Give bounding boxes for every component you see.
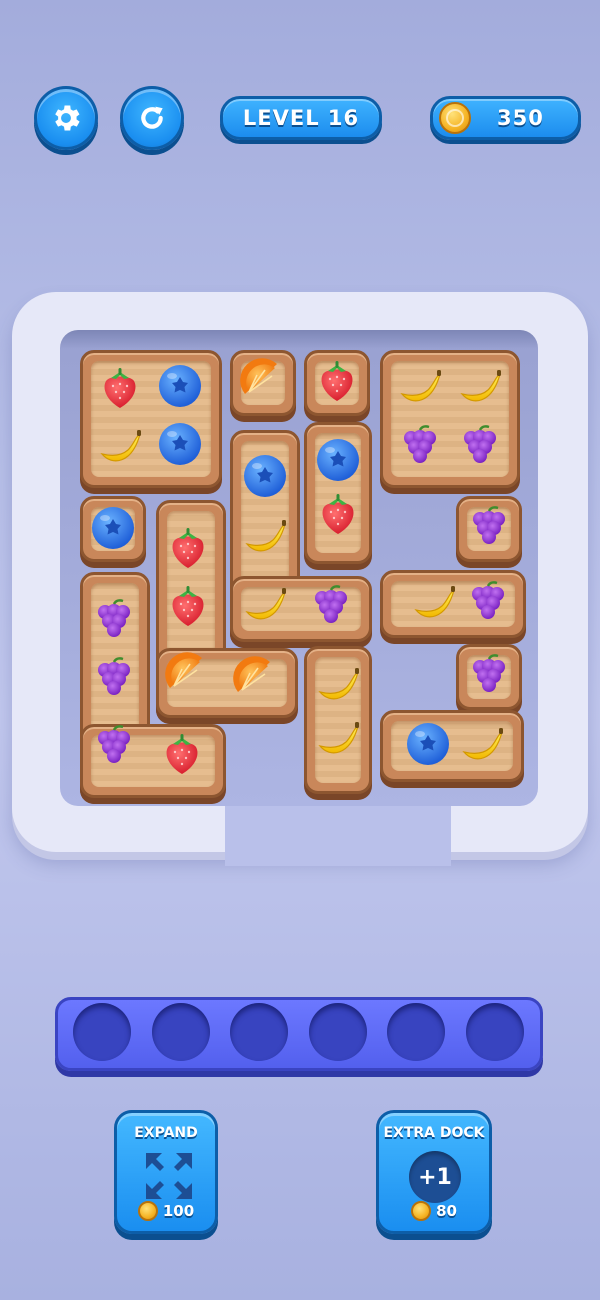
grapes-icon — [465, 503, 513, 551]
blueberry-icon — [404, 720, 452, 768]
expand-button[interactable]: EXPAND 100 — [114, 1110, 218, 1234]
strawberry-icon — [164, 582, 212, 630]
settings-button[interactable] — [34, 86, 98, 150]
dock-slot — [309, 1003, 367, 1061]
expand-title: EXPAND — [134, 1125, 198, 1141]
board-exit-gap — [225, 806, 451, 866]
coin-icon — [137, 1201, 158, 1221]
plus-one-label: +1 — [418, 1164, 452, 1190]
plus-one-badge: +1 — [409, 1151, 461, 1203]
banana-icon — [241, 582, 289, 630]
blueberry-icon — [314, 436, 362, 484]
strawberry-icon — [96, 364, 144, 412]
blueberry-icon — [156, 420, 204, 468]
strawberry-icon — [314, 490, 362, 538]
strawberry-icon — [164, 524, 212, 572]
coin-icon — [411, 1201, 432, 1221]
extra-dock-button[interactable]: EXTRA DOCK +1 80 — [376, 1110, 492, 1234]
grapes-icon — [307, 582, 355, 630]
orange-slice-icon — [164, 652, 212, 700]
dock-slot — [387, 1003, 445, 1061]
grapes-icon — [464, 578, 512, 626]
dock-slot — [73, 1003, 131, 1061]
grapes-icon — [90, 722, 138, 770]
restart-button[interactable] — [120, 86, 184, 150]
restart-icon — [141, 106, 163, 129]
level-label: LEVEL 16 — [242, 106, 360, 130]
dock-slot — [230, 1003, 288, 1061]
gear-icon — [55, 105, 80, 131]
orange-slice-icon — [232, 656, 280, 704]
coin-icon — [439, 102, 471, 134]
coin-counter: 350 — [430, 96, 581, 140]
grapes-icon — [456, 422, 504, 470]
banana-icon — [241, 514, 289, 562]
grapes-icon — [396, 422, 444, 470]
banana-icon — [396, 364, 444, 412]
banana-icon — [458, 722, 506, 770]
orange-slice-icon — [239, 358, 287, 406]
grapes-icon — [90, 654, 138, 702]
banana-icon — [410, 580, 458, 628]
level-indicator: LEVEL 16 — [220, 96, 382, 140]
strawberry-icon — [313, 357, 361, 405]
expand-cost: 100 — [162, 1202, 195, 1220]
blueberry-icon — [241, 452, 289, 500]
extra-dock-title: EXTRA DOCK — [383, 1125, 485, 1141]
coin-count: 350 — [497, 106, 544, 130]
dock-slot — [466, 1003, 524, 1061]
banana-icon — [314, 662, 362, 710]
strawberry-icon — [158, 730, 206, 778]
grapes-icon — [90, 596, 138, 644]
banana-icon — [96, 424, 144, 472]
extra-dock-cost: 80 — [436, 1202, 457, 1220]
grapes-icon — [465, 651, 513, 699]
blueberry-icon — [89, 504, 137, 552]
expand-arrows-icon — [146, 1153, 192, 1199]
blueberry-icon — [156, 362, 204, 410]
banana-icon — [456, 364, 504, 412]
dock-slot — [152, 1003, 210, 1061]
banana-icon — [314, 716, 362, 764]
